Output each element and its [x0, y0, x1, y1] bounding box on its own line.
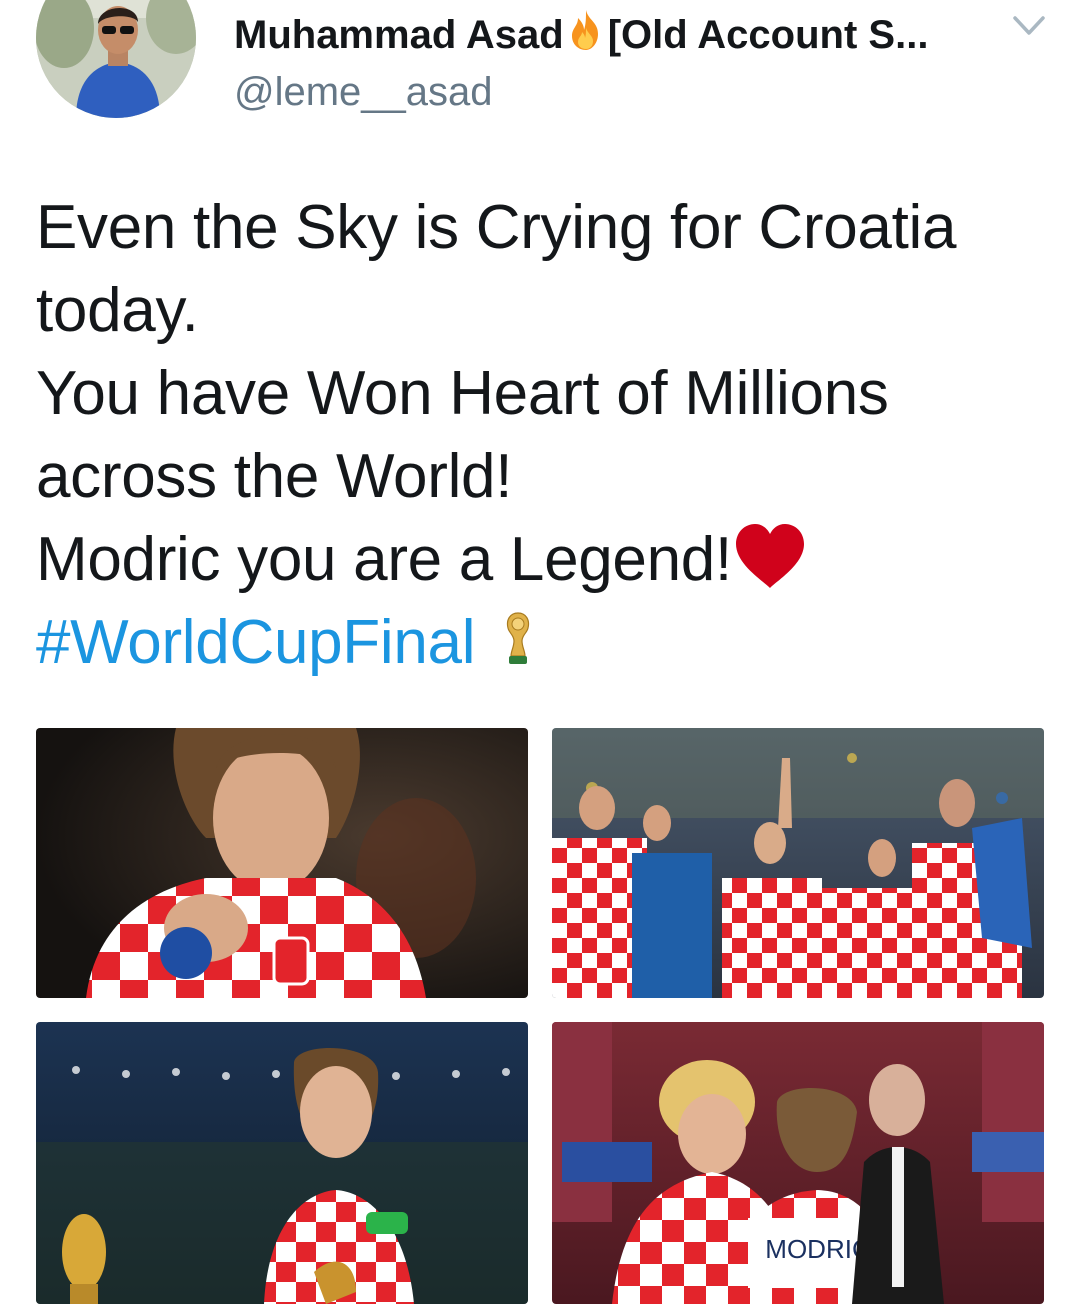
tweet-text-line: Even the Sky is Crying for Croatia: [36, 193, 957, 262]
author-avatar[interactable]: [36, 0, 196, 118]
media-photo-2[interactable]: [552, 728, 1044, 998]
media-photo-1[interactable]: [36, 728, 528, 998]
red-heart-icon: [735, 524, 804, 588]
media-photo-3[interactable]: [36, 1022, 528, 1304]
jersey-name-text: MODRIĆ: [765, 1234, 870, 1264]
tweet-text-line: across the World!: [36, 442, 513, 511]
hashtag-line: #WorldCupFinal: [36, 601, 1046, 684]
author-handle[interactable]: @leme__asad: [234, 68, 493, 116]
fire-icon: [571, 10, 598, 50]
author-name-suffix: [Old Account S...: [607, 13, 929, 57]
media-photo-4[interactable]: MODRIĆ: [552, 1022, 1044, 1304]
author-display-name[interactable]: Muhammad Asad [Old Account S...: [234, 8, 980, 59]
chevron-down-icon[interactable]: [1012, 14, 1046, 38]
tweet-text: Even the Sky is Crying for Croatia today…: [36, 186, 1046, 684]
tweet-text-line-with-heart: Modric you are a Legend!: [36, 518, 1046, 601]
tweet-text-line: Modric you are a Legend!: [36, 525, 732, 594]
world-cup-trophy-icon: [507, 612, 530, 664]
tweet-text-line: today.: [36, 276, 199, 345]
tweet[interactable]: Muhammad Asad [Old Account S... @leme__a…: [0, 0, 1080, 1304]
hashtag-link[interactable]: #WorldCupFinal: [36, 608, 475, 677]
tweet-text-line: You have Won Heart of Millions: [36, 359, 889, 428]
author-name-text: Muhammad Asad: [234, 13, 564, 57]
